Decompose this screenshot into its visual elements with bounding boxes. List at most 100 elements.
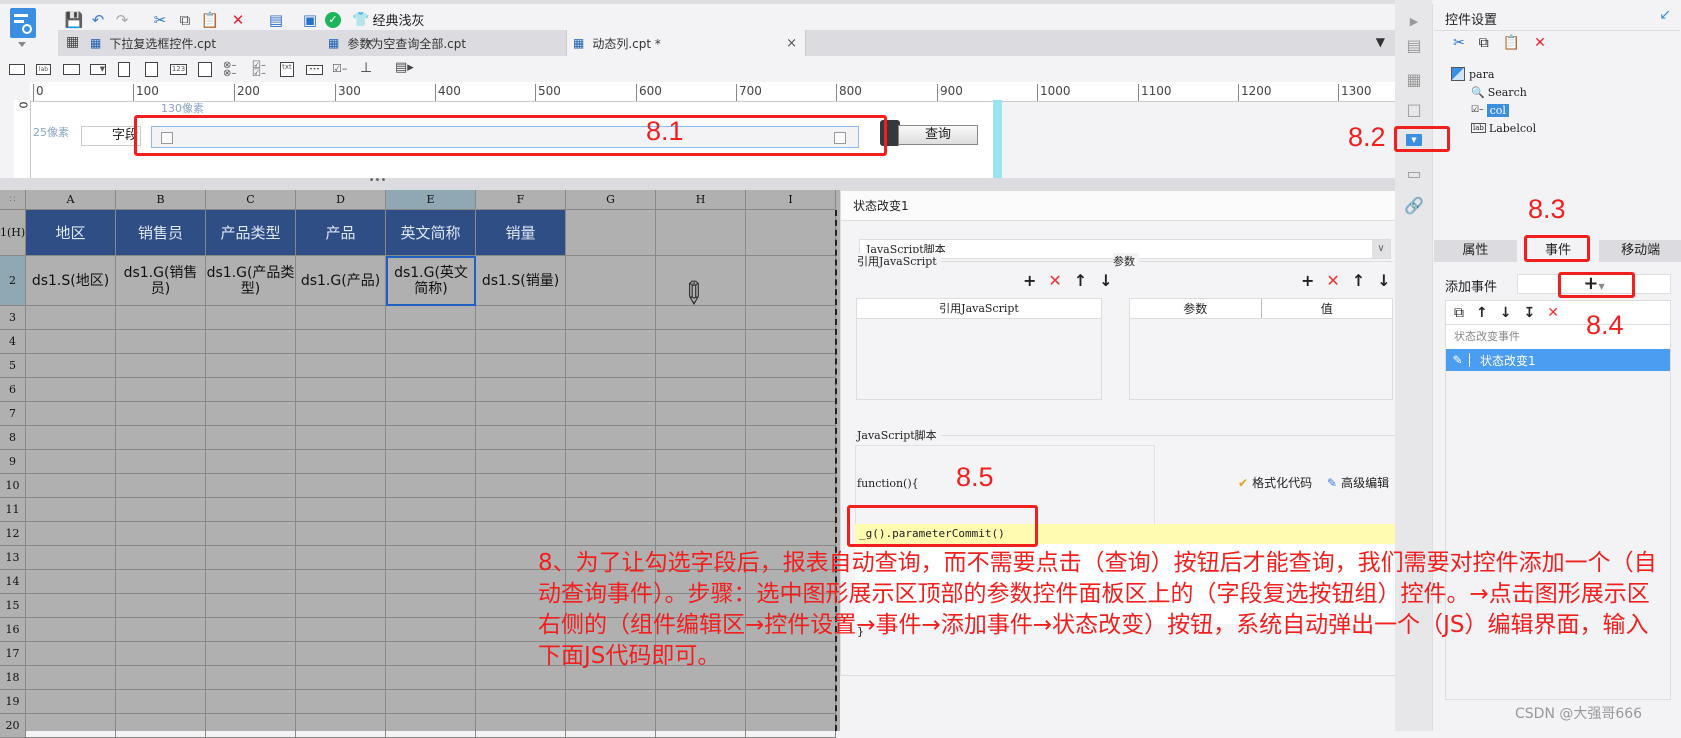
row-header[interactable]: 15: [0, 594, 26, 618]
tree-item-selected[interactable]: ☑– col: [1471, 101, 1536, 119]
expand-icon[interactable]: ▶: [1404, 12, 1424, 32]
cell-attribute-icon[interactable]: ▦: [1404, 70, 1424, 90]
grid-cell[interactable]: [386, 666, 476, 690]
tab-menu-icon[interactable]: ▼: [1376, 35, 1385, 49]
move-up-icon[interactable]: ↑: [1352, 271, 1365, 290]
grid-cell[interactable]: [206, 426, 296, 450]
grid-cell[interactable]: [656, 714, 746, 738]
grid-cell[interactable]: [566, 474, 656, 498]
grid-cell[interactable]: [206, 546, 296, 570]
grid-cell[interactable]: [26, 522, 116, 546]
grid-cell[interactable]: [296, 306, 386, 330]
panel-splitter[interactable]: •••: [0, 176, 1395, 190]
column-header[interactable]: G: [566, 190, 656, 210]
grid-cell[interactable]: [296, 618, 386, 642]
delete-icon[interactable]: ✕: [1547, 305, 1559, 321]
add-icon[interactable]: +: [1023, 271, 1036, 290]
grid-cell[interactable]: [26, 714, 116, 738]
float-element-icon[interactable]: □: [1404, 100, 1424, 120]
grid-cell[interactable]: [206, 690, 296, 714]
grid-cell[interactable]: [26, 378, 116, 402]
tab-file-3[interactable]: ▦ 动态列.cpt * ×: [566, 30, 806, 56]
grid-cell[interactable]: [296, 522, 386, 546]
check-icon[interactable]: ✓: [325, 12, 341, 28]
close-icon[interactable]: ×: [786, 36, 797, 51]
row-header[interactable]: 2: [0, 256, 26, 306]
grid-cell[interactable]: [116, 570, 206, 594]
copy-icon[interactable]: ⧉: [1454, 305, 1464, 321]
row-header[interactable]: 14: [0, 570, 26, 594]
grid-cell[interactable]: [476, 522, 566, 546]
row-header[interactable]: 12: [0, 522, 26, 546]
grid-cell[interactable]: [296, 402, 386, 426]
column-header[interactable]: H: [656, 190, 746, 210]
grid-cell[interactable]: [656, 522, 746, 546]
grid-cell[interactable]: [26, 450, 116, 474]
theme-button[interactable]: 👕 经典浅灰: [352, 10, 424, 30]
date-widget-icon[interactable]: [118, 62, 130, 77]
new-template-icon[interactable]: ▦: [66, 34, 79, 50]
grid-cell[interactable]: [746, 426, 836, 450]
grid-cell[interactable]: [746, 714, 836, 738]
grid-cell[interactable]: [386, 714, 476, 738]
grid-cell[interactable]: [206, 522, 296, 546]
add-icon[interactable]: +: [1301, 271, 1314, 290]
label-widget-icon[interactable]: lab: [36, 64, 51, 75]
grid-cell[interactable]: [296, 594, 386, 618]
grid-cell[interactable]: [746, 330, 836, 354]
grid-cell[interactable]: [296, 714, 386, 738]
grid-cell[interactable]: [746, 522, 836, 546]
grid-cell[interactable]: [386, 618, 476, 642]
grid-cell[interactable]: [656, 354, 746, 378]
grid-cell[interactable]: [746, 306, 836, 330]
grid-cell[interactable]: [116, 642, 206, 666]
template-preview-icon[interactable]: ▤: [266, 10, 286, 30]
grid-cell[interactable]: [656, 690, 746, 714]
grid-cell[interactable]: [476, 474, 566, 498]
tree-widget-icon[interactable]: ⊥: [360, 60, 372, 76]
header-cell[interactable]: 产品: [296, 210, 386, 256]
grid-cell[interactable]: [386, 450, 476, 474]
grid-cell[interactable]: [116, 402, 206, 426]
row-header[interactable]: 5: [0, 354, 26, 378]
save-icon[interactable]: 💾: [64, 10, 84, 30]
grid-cell[interactable]: [296, 546, 386, 570]
grid-cell[interactable]: [116, 330, 206, 354]
grid-cell[interactable]: [116, 450, 206, 474]
copy-icon[interactable]: ⧉: [1479, 35, 1489, 51]
data-cell[interactable]: ds1.S(销量): [476, 256, 566, 306]
grid-cell[interactable]: [206, 474, 296, 498]
dropdown-widget-icon[interactable]: ▼: [90, 64, 106, 75]
data-cell[interactable]: ds1.G(产品): [296, 256, 386, 306]
move-up-icon[interactable]: ↑: [1476, 305, 1488, 321]
grid-cell[interactable]: [206, 450, 296, 474]
grid-cell[interactable]: [476, 426, 566, 450]
grid-cell[interactable]: [206, 402, 296, 426]
grid-cell[interactable]: [566, 378, 656, 402]
format-code-button[interactable]: ✔ 格式化代码: [1238, 474, 1312, 491]
grid-cell[interactable]: [26, 546, 116, 570]
grid-cell[interactable]: [566, 402, 656, 426]
grid-cell[interactable]: [26, 642, 116, 666]
row-header[interactable]: 19: [0, 690, 26, 714]
move-up-icon[interactable]: ↑: [1074, 271, 1087, 290]
row-header[interactable]: 18: [0, 666, 26, 690]
delete-icon[interactable]: ✕: [1534, 35, 1546, 51]
row-header[interactable]: 11: [0, 498, 26, 522]
row-header[interactable]: 3: [0, 306, 26, 330]
advanced-edit-button[interactable]: ✎ 高级编辑: [1327, 474, 1389, 491]
grid-cell[interactable]: [386, 498, 476, 522]
move-down-icon[interactable]: ↓: [1377, 271, 1390, 290]
canvas-boundary[interactable]: [993, 100, 1002, 178]
row-header[interactable]: 4: [0, 330, 26, 354]
grid-cell[interactable]: [116, 618, 206, 642]
grid-cell[interactable]: [566, 330, 656, 354]
calendar-widget-icon[interactable]: [145, 62, 158, 77]
chevron-down-icon[interactable]: ∨: [1372, 240, 1390, 258]
delete-icon[interactable]: ✕: [1048, 271, 1061, 290]
condition-attribute-icon[interactable]: ▭: [1404, 164, 1424, 184]
cut-icon[interactable]: ✂: [150, 10, 170, 30]
column-header[interactable]: C: [206, 190, 296, 210]
grid-cell[interactable]: [206, 378, 296, 402]
grid-cell[interactable]: [26, 594, 116, 618]
